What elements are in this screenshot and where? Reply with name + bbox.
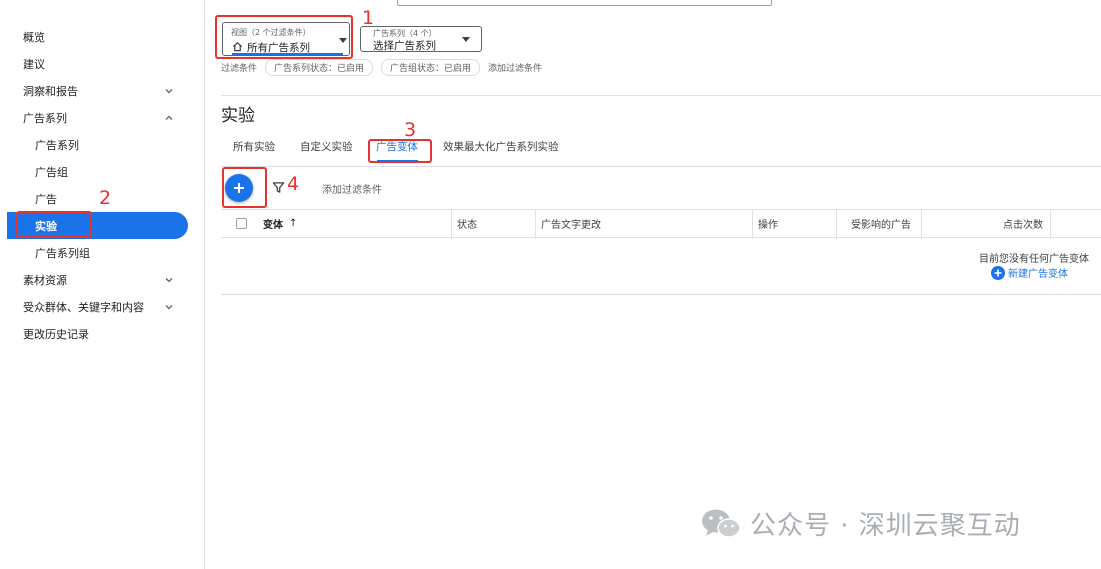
watermark: 公众号 · 深圳云聚互动 — [700, 505, 1021, 542]
add-filter-button[interactable]: 添加过滤条件 — [322, 181, 382, 196]
sidebar-item-label: 受众群体、关键字和内容 — [23, 301, 144, 314]
annotation-number-3: 3 — [404, 119, 417, 141]
annotation-box-1 — [215, 15, 353, 59]
sidebar-item-label: 广告系列 — [23, 112, 67, 125]
sidebar-item-label: 广告系列 — [35, 139, 79, 152]
column-divider — [535, 210, 536, 239]
sidebar-item-campaigns[interactable]: 广告系列 — [0, 133, 190, 157]
sidebar-item-label: 广告系列组 — [35, 247, 90, 260]
page-title: 实验 — [221, 106, 255, 126]
select-all-checkbox[interactable] — [236, 218, 247, 229]
chevron-down-icon — [165, 89, 173, 94]
tab-all-experiments[interactable]: 所有实验 — [233, 139, 275, 154]
new-ad-variation-label: 新建广告变体 — [1008, 269, 1068, 280]
divider — [221, 95, 1101, 96]
new-ad-variation-link[interactable]: 新建广告变体 — [991, 265, 1068, 280]
sidebar-item-campaigns-group[interactable]: 广告系列 — [0, 106, 190, 130]
column-divider — [1050, 210, 1051, 239]
empty-state-message: 目前您没有任何广告变体 — [979, 254, 1089, 265]
column-divider — [921, 210, 922, 239]
sidebar-item-campaign-groups[interactable]: 广告系列组 — [0, 241, 190, 265]
annotation-number-4: 4 — [287, 173, 300, 195]
column-header-actions[interactable]: 操作 — [758, 209, 778, 238]
annotation-box-4 — [222, 167, 267, 208]
top-search-bar-edge — [397, 0, 772, 6]
sidebar-item-label: 素材资源 — [23, 274, 67, 287]
sidebar-item-ads[interactable]: 广告 — [0, 187, 190, 211]
column-divider — [836, 210, 837, 239]
plus-circle-icon — [991, 265, 1005, 280]
column-header-text-changes[interactable]: 广告文字更改 — [541, 209, 601, 238]
tab-pmax-experiments[interactable]: 效果最大化广告系列实验 — [443, 139, 559, 154]
sidebar-item-overview[interactable]: 概览 — [0, 25, 190, 49]
wechat-icon — [702, 509, 741, 538]
sidebar-item-assets[interactable]: 素材资源 — [0, 268, 190, 292]
sidebar-nav: 概览 建议 洞察和报告 广告系列 广告系列 广告组 广告 实验 广告系列组 素材… — [0, 0, 205, 569]
sort-ascending-icon: ↑ — [289, 218, 298, 229]
sidebar-item-insights[interactable]: 洞察和报告 — [0, 79, 190, 103]
sidebar-item-label: 建议 — [23, 58, 45, 71]
column-divider — [752, 210, 753, 239]
chevron-up-icon — [165, 115, 173, 120]
sidebar-item-label: 广告组 — [35, 166, 68, 179]
dropdown-arrow-icon — [462, 37, 470, 42]
chevron-down-icon — [165, 305, 173, 310]
tab-custom-experiments[interactable]: 自定义实验 — [300, 139, 353, 154]
campaign-dropdown[interactable]: 广告系列（4 个） 选择广告系列 — [360, 26, 482, 52]
annotation-box-3 — [368, 139, 432, 163]
campaign-dropdown-value: 选择广告系列 — [373, 40, 436, 52]
sidebar-item-label: 洞察和报告 — [23, 85, 78, 98]
column-header-clicks[interactable]: 点击次数 — [1003, 209, 1043, 238]
watermark-text: 公众号 · 深圳云聚互动 — [750, 511, 1021, 541]
annotation-box-2 — [16, 211, 92, 238]
sidebar-item-recommendations[interactable]: 建议 — [0, 52, 190, 76]
sidebar-item-label: 更改历史记录 — [23, 328, 89, 341]
sidebar-item-ad-groups[interactable]: 广告组 — [0, 160, 190, 184]
column-header-variation[interactable]: 变体 ↑ — [263, 209, 297, 238]
sidebar-item-label: 广告 — [35, 193, 57, 206]
sidebar-item-label: 概览 — [23, 31, 45, 44]
annotation-number-1: 1 — [362, 7, 375, 29]
add-filter-link[interactable]: 添加过滤条件 — [488, 61, 542, 74]
filter-bar: 过滤条件 广告系列状态：已启用 广告组状态：已启用 添加过滤条件 — [221, 58, 542, 76]
column-header-status[interactable]: 状态 — [457, 209, 477, 238]
table-header — [221, 209, 1101, 239]
filter-chip-campaign-status[interactable]: 广告系列状态：已启用 — [265, 58, 374, 76]
sidebar-item-audiences[interactable]: 受众群体、关键字和内容 — [0, 295, 190, 319]
chevron-down-icon — [165, 278, 173, 283]
sidebar-item-change-history[interactable]: 更改历史记录 — [0, 322, 190, 346]
column-divider — [451, 210, 452, 239]
filter-label: 过滤条件 — [221, 63, 258, 74]
filter-icon[interactable] — [272, 181, 285, 194]
column-header-affected-ads[interactable]: 受影响的广告 — [851, 209, 911, 238]
column-header-label: 变体 — [263, 220, 283, 231]
filter-chip-adgroup-status[interactable]: 广告组状态：已启用 — [381, 58, 481, 76]
annotation-number-2: 2 — [99, 187, 112, 209]
